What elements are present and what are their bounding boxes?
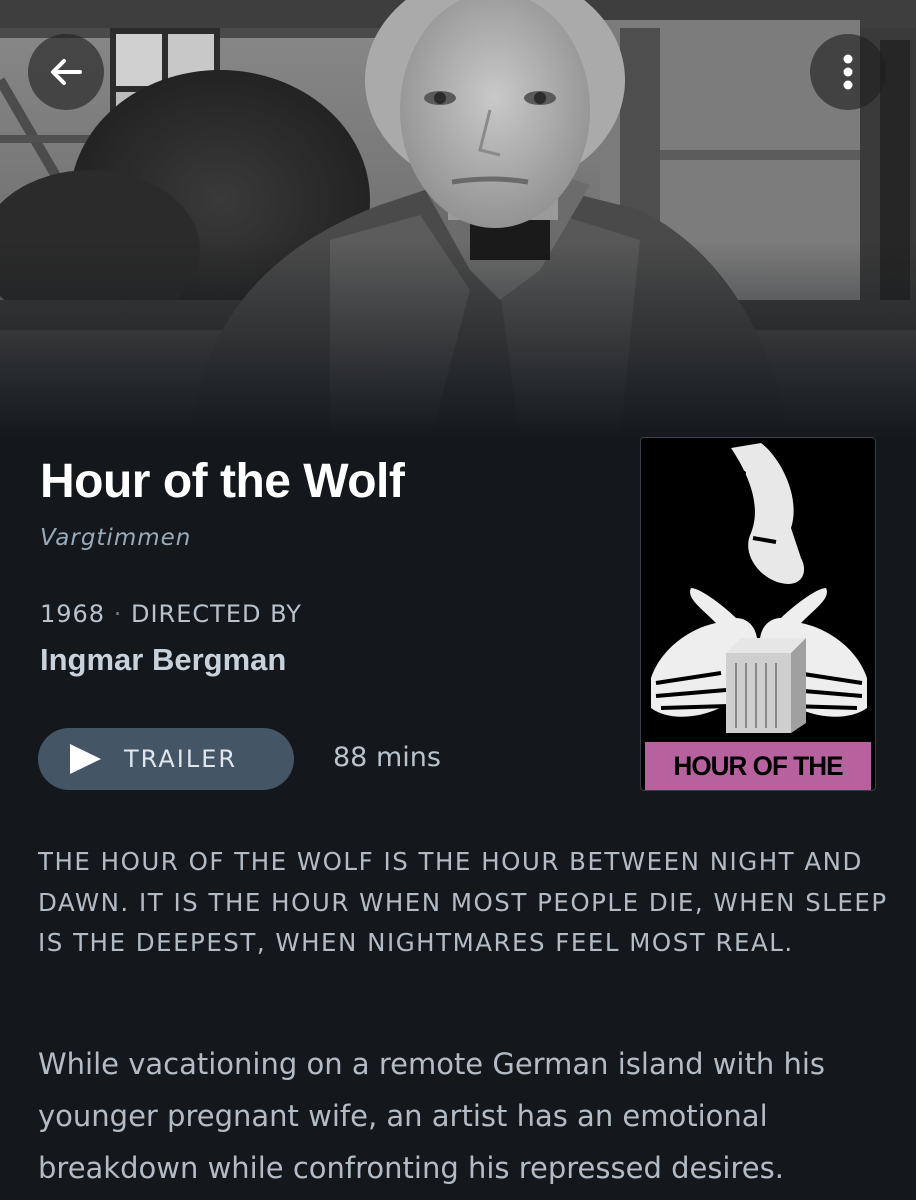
more-options-button[interactable] <box>810 34 886 110</box>
poster-title-band: HOUR OF THE WOLF <box>644 742 872 790</box>
backdrop-fade <box>0 240 916 440</box>
original-title: Vargtimmen <box>40 525 192 551</box>
trailer-label: TRAILER <box>124 745 238 773</box>
release-meta: 1968 · DIRECTED BY <box>40 598 302 630</box>
director-name[interactable]: Ingmar Bergman <box>40 640 286 680</box>
back-button[interactable] <box>28 34 104 110</box>
arrow-left-icon <box>51 59 82 85</box>
runtime: 88 mins <box>333 742 441 773</box>
release-year[interactable]: 1968 <box>40 600 105 628</box>
film-poster[interactable]: HOUR OF THE WOLF <box>640 437 876 791</box>
play-icon <box>70 744 101 774</box>
poster-artwork <box>641 438 875 744</box>
trailer-button[interactable]: TRAILER <box>38 728 294 790</box>
meta-separator: · <box>113 600 123 628</box>
tagline: THE HOUR OF THE WOLF IS THE HOUR BETWEEN… <box>38 847 888 957</box>
synopsis: While vacationing on a remote German isl… <box>38 1047 826 1185</box>
more-vertical-icon <box>843 54 853 90</box>
directed-by-label: DIRECTED BY <box>131 600 302 628</box>
backdrop-image <box>0 0 916 440</box>
film-title: Hour of the Wolf <box>40 455 405 508</box>
